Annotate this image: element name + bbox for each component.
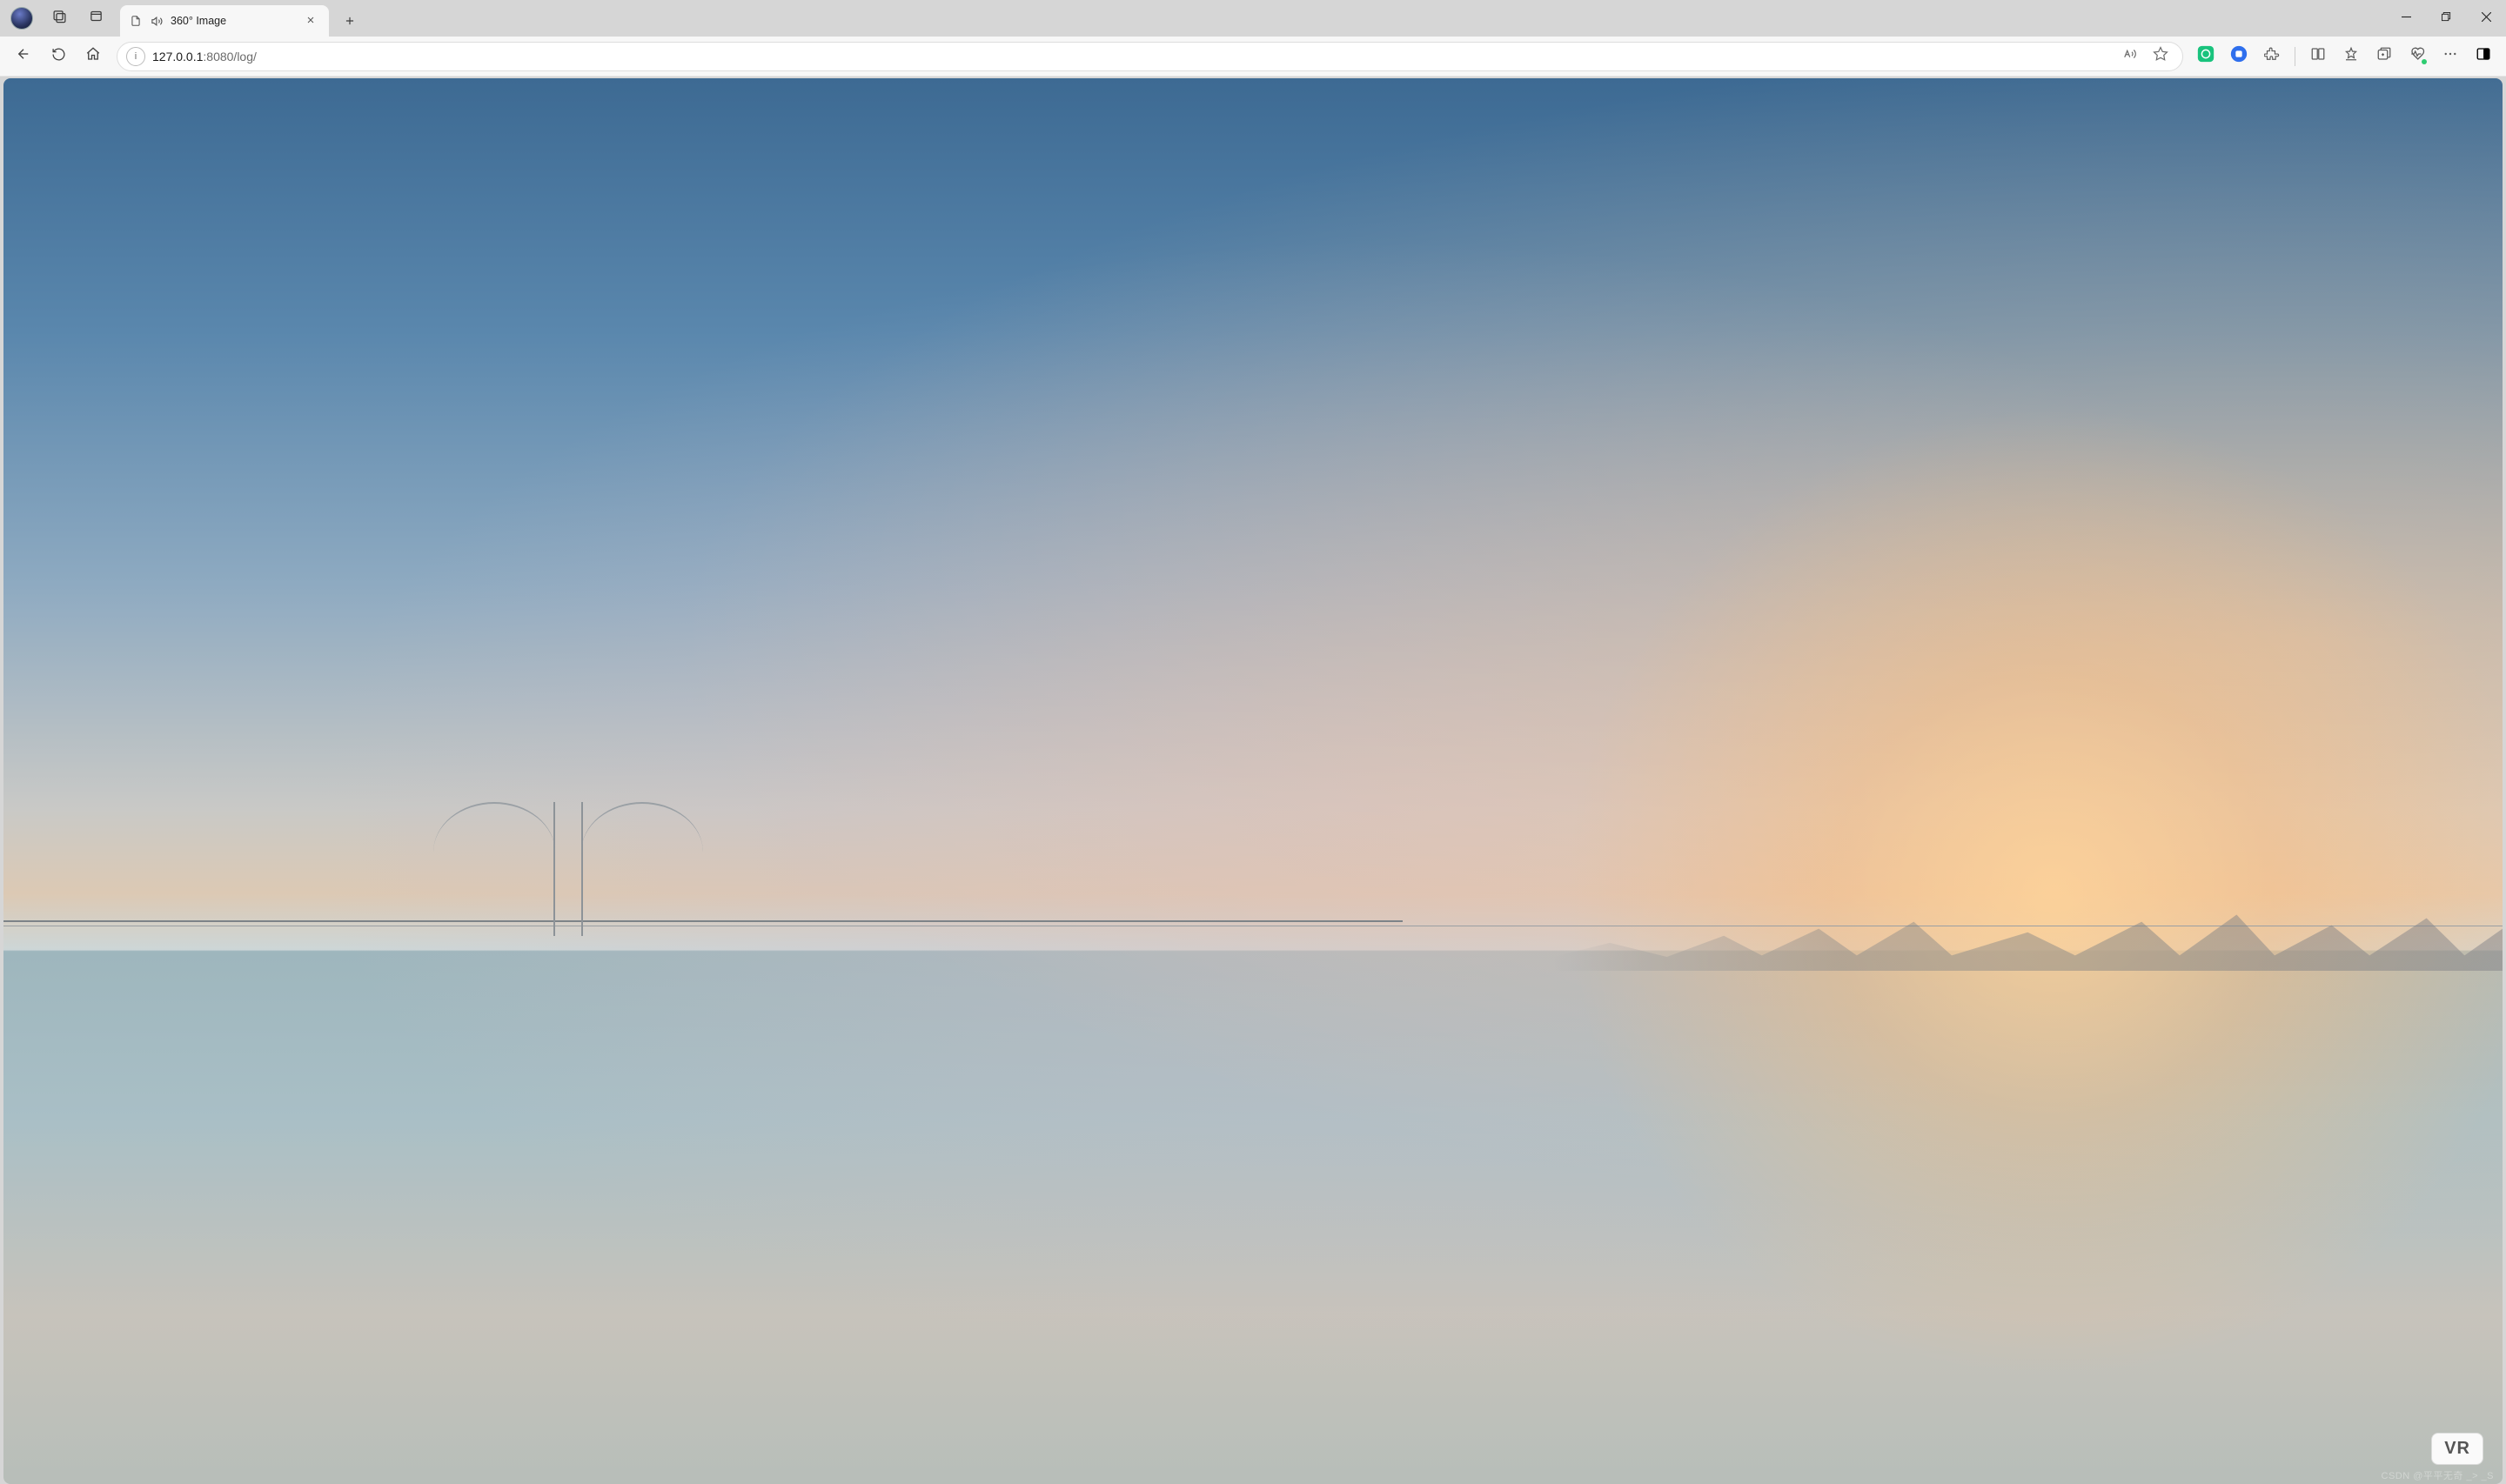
collections-button[interactable] (2369, 41, 2400, 72)
site-info-button[interactable]: i (126, 47, 145, 66)
favorite-button[interactable] (2148, 43, 2174, 70)
address-text[interactable]: 127.0.0.1:8080/log/ (152, 50, 2109, 64)
split-screen-button[interactable] (2302, 41, 2334, 72)
favorites-bar-icon (2343, 46, 2359, 66)
extensions-button[interactable] (2256, 41, 2288, 72)
container-ext-icon (2229, 44, 2248, 68)
panorama-viewport[interactable]: VR CSDN @平平无奇 _> _S (3, 78, 2503, 1484)
vr-mode-button[interactable]: VR (2431, 1433, 2483, 1465)
workspaces-button[interactable] (44, 3, 75, 34)
close-window-button[interactable] (2466, 0, 2506, 37)
panorama-bridge-illustration (553, 802, 583, 936)
chatgpt-ext-icon (2196, 44, 2215, 68)
read-aloud-button[interactable] (2116, 43, 2142, 70)
home-icon (85, 46, 101, 66)
sidebar-toggle-icon (2476, 46, 2491, 66)
titlebar-left-controls (0, 0, 117, 37)
home-button[interactable] (77, 40, 110, 73)
refresh-icon (51, 47, 66, 66)
audio-icon[interactable] (150, 14, 164, 28)
read-aloud-icon (2121, 46, 2137, 66)
maximize-button[interactable] (2426, 0, 2466, 37)
tab-title: 360° Image (171, 15, 294, 27)
refresh-button[interactable] (42, 40, 75, 73)
split-screen-icon (2310, 46, 2326, 66)
address-path: :8080/log/ (203, 50, 257, 64)
workspaces-icon (52, 9, 67, 28)
address-right-controls (2116, 43, 2174, 70)
tab-active[interactable]: 360° Image (120, 5, 329, 37)
minimize-icon (2402, 10, 2411, 26)
new-tab-button[interactable] (336, 9, 364, 37)
tab-actions-icon (89, 9, 104, 28)
file-icon (129, 14, 143, 28)
address-host: 127.0.0.1 (152, 50, 203, 64)
profile-avatar[interactable] (10, 7, 33, 30)
container-extension-button[interactable] (2223, 41, 2255, 72)
close-window-icon (2482, 10, 2491, 26)
panorama-skyline-illustration (1553, 900, 2503, 971)
toolbar-right (2190, 41, 2499, 72)
status-dot-icon (2422, 59, 2427, 64)
sidebar-toggle-button[interactable] (2468, 41, 2499, 72)
watermark-text: CSDN @平平无奇 _> _S (2382, 1468, 2495, 1482)
plus-icon (344, 15, 356, 31)
more-button[interactable] (2435, 41, 2466, 72)
browser-essentials-button[interactable] (2402, 41, 2433, 72)
back-button[interactable] (7, 40, 40, 73)
more-icon (2442, 46, 2458, 66)
extensions-icon (2264, 46, 2280, 66)
address-bar[interactable]: i 127.0.0.1:8080/log/ (117, 42, 2183, 71)
collections-icon (2376, 46, 2392, 66)
toolbar: i 127.0.0.1:8080/log/ (0, 37, 2506, 77)
tabs-strip: 360° Image (120, 0, 2386, 37)
close-icon (305, 15, 316, 28)
chatgpt-extension-button[interactable] (2190, 41, 2221, 72)
favorites-bar-button[interactable] (2335, 41, 2367, 72)
tab-close-button[interactable] (301, 11, 320, 30)
star-icon (2153, 46, 2168, 66)
info-icon: i (135, 51, 137, 62)
maximize-icon (2442, 10, 2451, 26)
back-icon (16, 46, 31, 66)
tab-actions-button[interactable] (80, 3, 111, 34)
minimize-button[interactable] (2386, 0, 2426, 37)
window-controls (2386, 0, 2506, 37)
titlebar: 360° Image (0, 0, 2506, 37)
